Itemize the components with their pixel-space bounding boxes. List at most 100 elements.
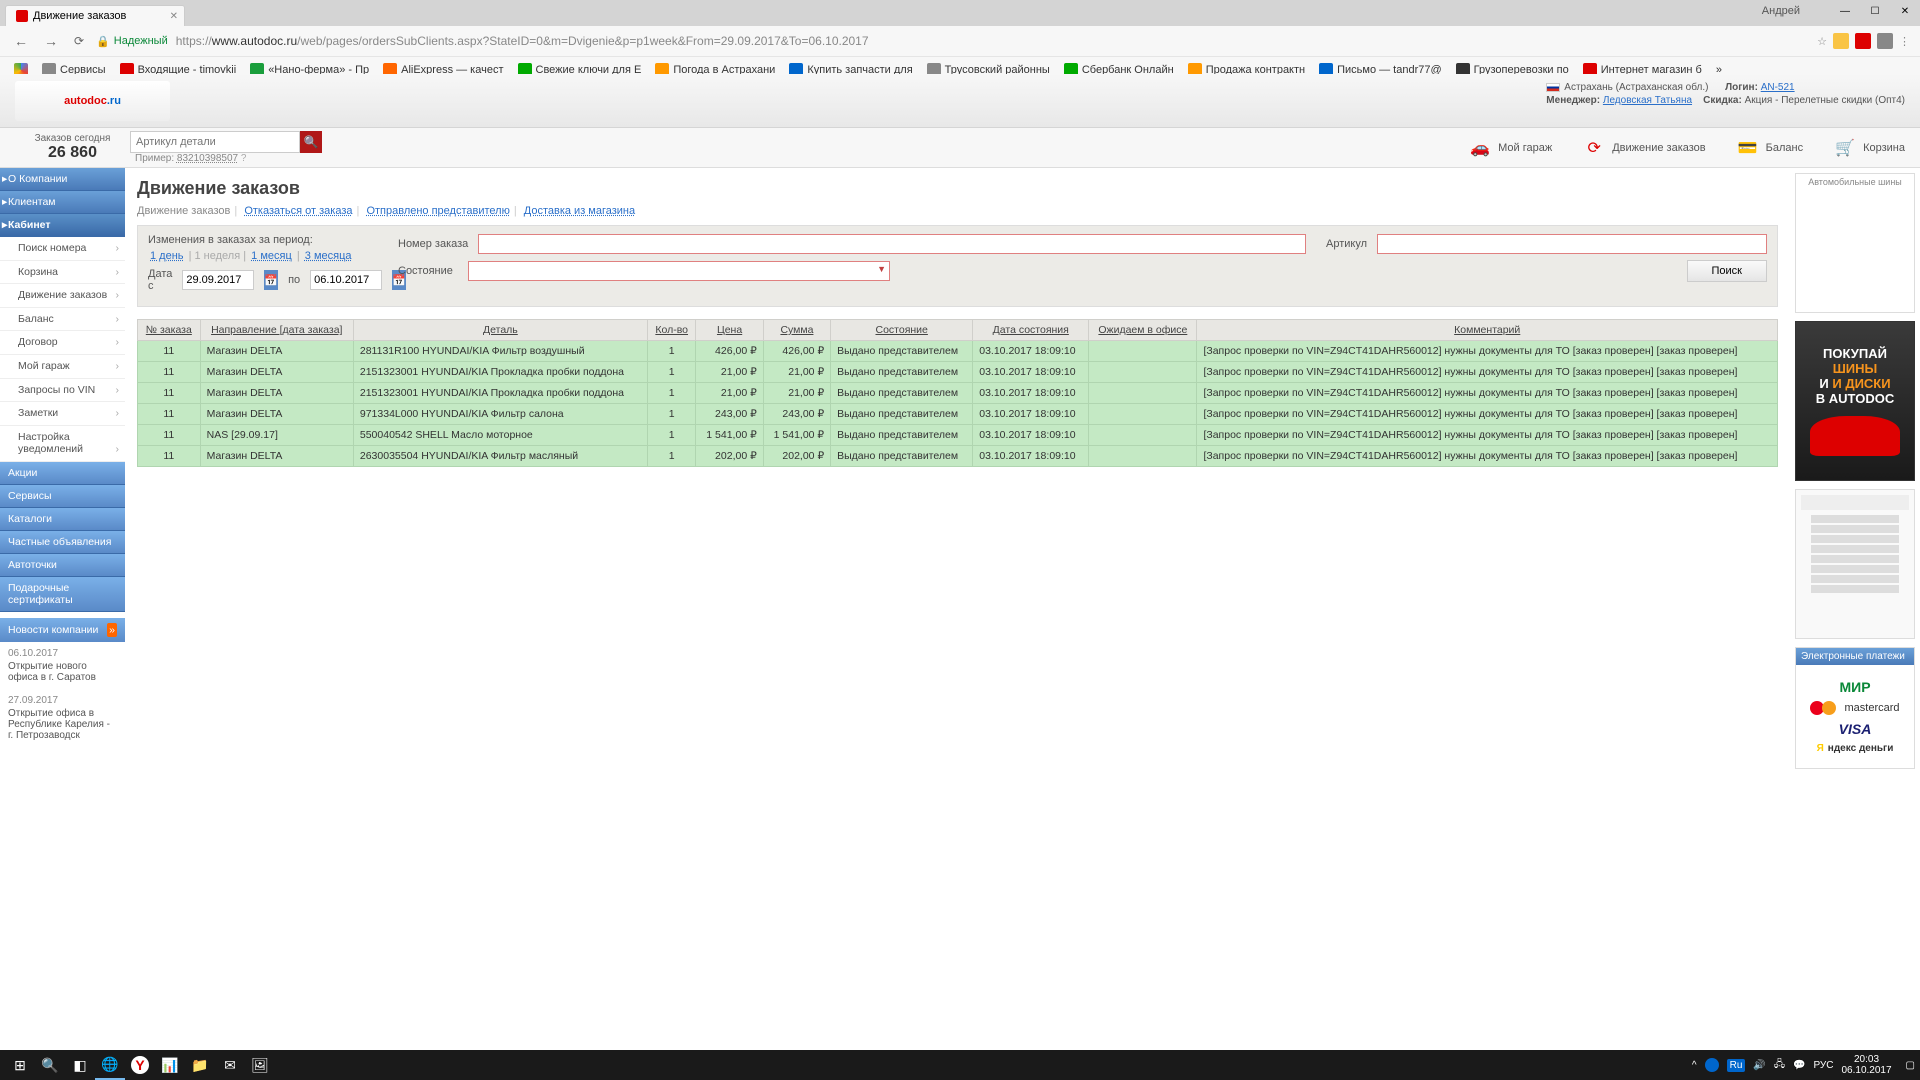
reload-button[interactable]: ⟳ [70,34,88,48]
sidebar-section-cabinet[interactable]: Кабинет [0,214,125,237]
sidebar-item[interactable]: Договор [0,331,125,355]
taskview-icon[interactable]: ◧ [65,1050,95,1080]
sidebar-item[interactable]: Корзина [0,261,125,285]
sidebar-section-company[interactable]: О Компании [0,168,125,191]
photos-taskbar-icon[interactable]: 🖼 [245,1050,275,1080]
tray-action-icon[interactable]: 💬 [1793,1060,1805,1071]
help-icon[interactable]: ? [241,153,247,164]
column-header[interactable]: Цена [696,320,763,341]
search-icon[interactable]: 🔍 [35,1050,65,1080]
news-header[interactable]: Новости компании» [0,618,125,642]
orders-table: № заказаНаправление [дата заказа]ДетальК… [137,319,1778,467]
browser-tab[interactable]: Движение заказов ✕ [5,5,185,26]
back-button[interactable]: ← [10,33,32,49]
search-button[interactable]: 🔍 [300,131,322,153]
orders-movement-link[interactable]: ⟳Движение заказов [1582,138,1705,158]
explorer-taskbar-icon[interactable]: 📁 [185,1050,215,1080]
calendar-icon[interactable]: 📅 [264,270,278,290]
sidebar-item[interactable]: Настройка уведомлений [0,426,125,462]
column-header[interactable]: Деталь [353,320,647,341]
sidebar-section-gift[interactable]: Подарочные сертификаты [0,577,125,612]
sidebar-section-points[interactable]: Автоточки [0,554,125,577]
app-taskbar-icon[interactable]: 📊 [155,1050,185,1080]
sidebar-section-services[interactable]: Сервисы [0,485,125,508]
ext-icon[interactable] [1877,33,1893,49]
news-item[interactable]: 06.10.2017Открытие нового офиса в г. Сар… [0,642,125,689]
star-icon[interactable]: ☆ [1817,35,1827,48]
tab-refuse[interactable]: Отказаться от заказа [244,205,352,217]
tab-sent[interactable]: Отправлено представителю [366,205,509,217]
site-logo[interactable]: autodoc.ru [15,81,170,121]
forward-button[interactable]: → [40,33,62,49]
sidebar-section-catalogs[interactable]: Каталоги [0,508,125,531]
chrome-taskbar-icon[interactable]: 🌐 [95,1050,125,1080]
sidebar-section-ads[interactable]: Частные объявления [0,531,125,554]
period-1month[interactable]: 1 месяц [251,250,292,262]
news-item[interactable]: 27.09.2017Открытие офиса в Республике Ка… [0,689,125,747]
sidebar-item[interactable]: Баланс [0,308,125,332]
column-header[interactable]: № заказа [138,320,201,341]
maximize-button[interactable]: ☐ [1860,0,1890,22]
url-field[interactable]: https://www.autodoc.ru/web/pages/ordersS… [176,34,1809,48]
taskbar-clock[interactable]: 20:03 06.10.2017 [1841,1054,1897,1076]
table-row[interactable]: 11 Магазин DELTA 971334L000 HYUNDAI/KIA … [138,404,1778,425]
column-header[interactable]: Дата состояния [973,320,1089,341]
sidebar-item[interactable]: Заметки [0,402,125,426]
sidebar-item[interactable]: Движение заказов [0,284,125,308]
state-select[interactable] [468,261,890,281]
column-header[interactable]: Комментарий [1197,320,1778,341]
tray-icon[interactable] [1705,1058,1719,1072]
article-input[interactable] [1377,234,1767,254]
taskbar: ⊞ 🔍 ◧ 🌐 Y 📊 📁 ✉ 🖼 ^ Ru 🔊 🖧 💬 РУС 20:03 0… [0,1050,1920,1080]
menu-icon[interactable]: ⋮ [1899,35,1910,48]
manager-link[interactable]: Ледовская Татьяна [1603,95,1692,106]
tray-lang-icon[interactable]: Ru [1727,1059,1746,1072]
minimize-button[interactable]: — [1830,0,1860,22]
login-link[interactable]: AN-521 [1761,82,1795,93]
part-search-input[interactable] [130,131,300,153]
ad-tires-banner[interactable]: ПОКУПАЙ ШИНЫ И И ДИСКИ В AUTODOC [1795,321,1915,481]
tray-lang-text[interactable]: РУС [1813,1060,1833,1071]
tray-up-icon[interactable]: ^ [1692,1060,1697,1071]
table-row[interactable]: 11 Магазин DELTA 2151323001 HYUNDAI/KIA … [138,383,1778,404]
ext-icon[interactable] [1855,33,1871,49]
column-header[interactable]: Направление [дата заказа] [200,320,353,341]
ad-tires-text[interactable]: Автомобильные шины [1795,173,1915,313]
ext-icon[interactable] [1833,33,1849,49]
tray-volume-icon[interactable]: 🔊 [1753,1060,1765,1071]
yandex-taskbar-icon[interactable]: Y [125,1050,155,1080]
sidebar-item[interactable]: Запросы по VIN [0,379,125,403]
table-row[interactable]: 11 Магазин DELTA 2151323001 HYUNDAI/KIA … [138,362,1778,383]
example-link[interactable]: 83210398507 [177,153,238,164]
order-number-input[interactable] [478,234,1306,254]
close-window-button[interactable]: ✕ [1890,0,1920,22]
table-row[interactable]: 11 Магазин DELTA 2630035504 HYUNDAI/KIA … [138,446,1778,467]
date-to-input[interactable] [310,270,382,290]
cart-link[interactable]: 🛒Корзина [1833,138,1905,158]
start-button[interactable]: ⊞ [5,1050,35,1080]
my-garage-link[interactable]: 🚗Мой гараж [1468,138,1552,158]
balance-link[interactable]: 💳Баланс [1736,138,1803,158]
ad-site-preview[interactable] [1795,489,1915,639]
sidebar-section-clients[interactable]: Клиентам [0,191,125,214]
column-header[interactable]: Состояние [831,320,973,341]
tray-notify-icon[interactable]: ▢ [1906,1060,1915,1071]
mail-taskbar-icon[interactable]: ✉ [215,1050,245,1080]
period-1day[interactable]: 1 день [150,250,184,262]
chrome-user[interactable]: Андрей [1762,5,1800,17]
sidebar-item[interactable]: Мой гараж [0,355,125,379]
tray-network-icon[interactable]: 🖧 [1774,1057,1785,1074]
column-header[interactable]: Ожидаем в офисе [1089,320,1197,341]
close-icon[interactable]: ✕ [170,11,178,22]
column-header[interactable]: Сумма [763,320,830,341]
column-header[interactable]: Кол-во [647,320,695,341]
table-row[interactable]: 11 NAS [29.09.17] 550040542 SHELL Масло … [138,425,1778,446]
table-row[interactable]: 11 Магазин DELTA 281131R100 HYUNDAI/KIA … [138,341,1778,362]
sidebar-section-actions[interactable]: Акции [0,462,125,485]
security-indicator[interactable]: 🔒 Надежный [96,35,168,48]
date-from-input[interactable] [182,270,254,290]
filter-search-button[interactable]: Поиск [1687,260,1767,282]
sidebar-item[interactable]: Поиск номера [0,237,125,261]
period-3months[interactable]: 3 месяца [305,250,352,262]
tab-delivery[interactable]: Доставка из магазина [524,205,635,217]
